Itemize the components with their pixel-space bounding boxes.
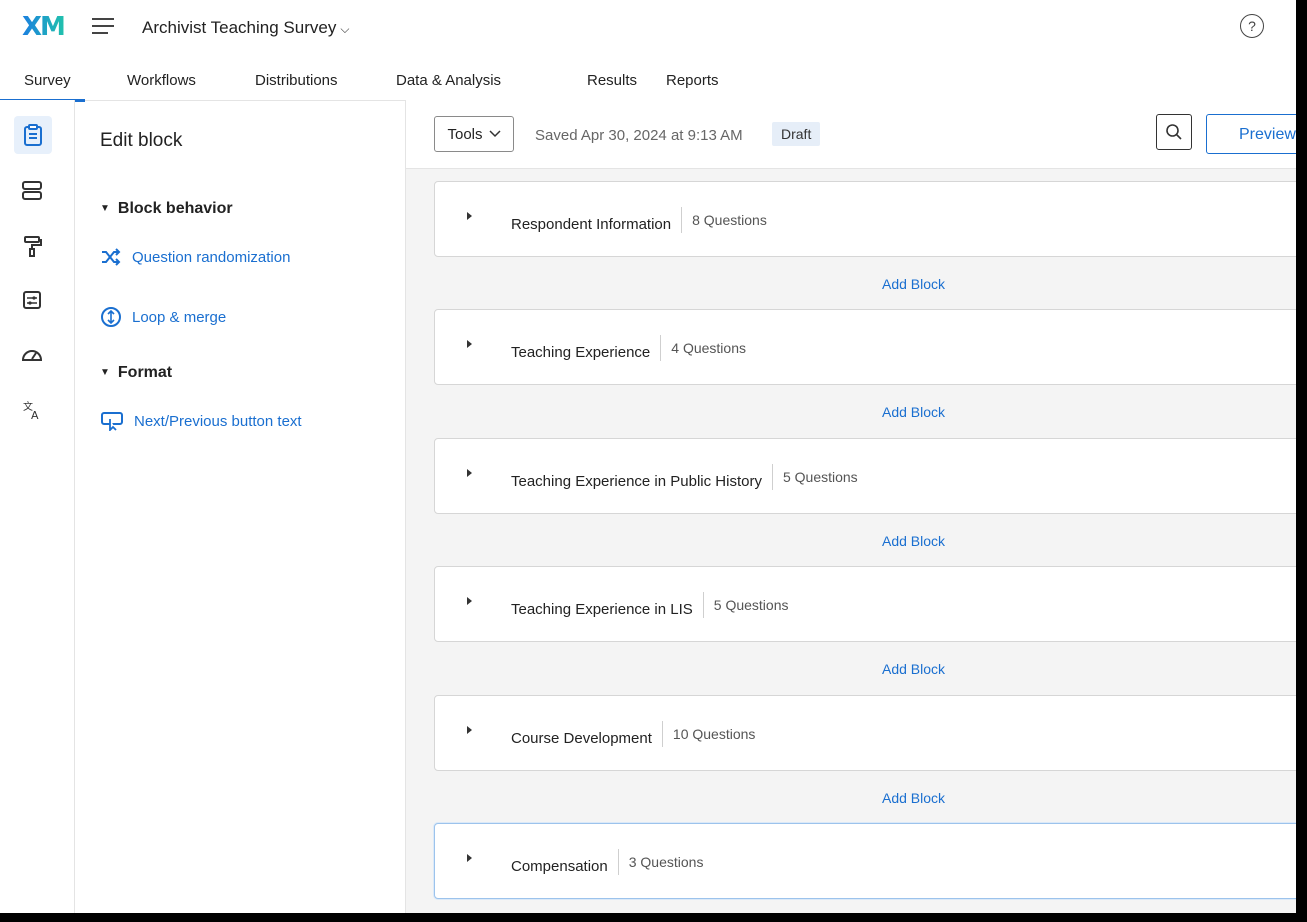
question-randomization-link[interactable]: Question randomization	[100, 248, 290, 266]
question-count: 5 Questions	[771, 464, 858, 490]
survey-icon[interactable]	[14, 116, 52, 154]
block-name: Respondent Information	[511, 216, 672, 233]
chevron-down-icon	[488, 130, 501, 138]
preview-button[interactable]: Preview	[1206, 114, 1296, 154]
dashboard-icon[interactable]	[18, 340, 46, 368]
saved-status: Saved Apr 30, 2024 at 9:13 AM	[535, 127, 743, 144]
loop-icon	[101, 307, 121, 327]
blocks-icon[interactable]	[18, 176, 46, 204]
survey-block[interactable]: Teaching Experience in LIS 5 Questions	[434, 566, 1296, 642]
tab-results[interactable]: Results	[587, 72, 637, 89]
draft-badge: Draft	[772, 122, 821, 146]
add-block-link[interactable]: Add Block	[882, 404, 945, 420]
app-frame: XM Archivist Teaching Survey ⌵ ? Survey W…	[0, 0, 1296, 913]
expand-caret-icon[interactable]	[467, 212, 472, 220]
survey-canvas: Tools Saved Apr 30, 2024 at 9:13 AM Draf…	[406, 100, 1296, 913]
question-count: 4 Questions	[660, 335, 746, 361]
project-selector[interactable]: Archivist Teaching Survey ⌵	[142, 18, 349, 38]
translate-icon[interactable]: 文A	[18, 396, 46, 424]
question-count: 5 Questions	[702, 592, 789, 618]
options-icon[interactable]	[18, 286, 46, 314]
question-count: 10 Questions	[661, 721, 755, 747]
block-name: Teaching Experience in Public History	[511, 473, 762, 490]
left-tool-rail: 文A	[0, 100, 75, 913]
survey-block-selected[interactable]: Compensation 3 Questions	[434, 823, 1296, 899]
expand-caret-icon[interactable]	[467, 726, 472, 734]
button-cursor-icon	[101, 412, 123, 431]
expand-caret-icon[interactable]	[467, 597, 472, 605]
help-icon[interactable]: ?	[1240, 14, 1264, 38]
tab-survey[interactable]: Survey	[0, 72, 85, 102]
expand-caret-icon[interactable]	[467, 340, 472, 348]
survey-block[interactable]: Course Development 10 Questions	[434, 695, 1296, 771]
survey-toolbar: Tools Saved Apr 30, 2024 at 9:13 AM Draf…	[406, 100, 1296, 169]
add-block-link[interactable]: Add Block	[882, 533, 945, 549]
tab-distributions[interactable]: Distributions	[255, 72, 338, 89]
section-format[interactable]: ▼ Format	[100, 364, 172, 382]
caret-down-icon: ▼	[100, 367, 110, 378]
survey-block[interactable]: Teaching Experience in Public History 5 Q…	[434, 438, 1296, 514]
block-name: Course Development	[511, 730, 652, 747]
section-block-behavior[interactable]: ▼ Block behavior	[100, 200, 233, 218]
survey-block[interactable]: Teaching Experience 4 Questions	[434, 309, 1296, 385]
search-icon	[1166, 124, 1182, 140]
tab-data-analysis[interactable]: Data & Analysis	[396, 72, 501, 89]
expand-caret-icon[interactable]	[467, 854, 472, 862]
chevron-down-icon: ⌵	[340, 22, 350, 36]
tab-workflows[interactable]: Workflows	[127, 72, 196, 89]
block-name: Compensation	[511, 858, 608, 875]
question-count: 8 Questions	[681, 207, 767, 233]
paint-roller-icon[interactable]	[18, 232, 46, 260]
next-previous-button-text-link[interactable]: Next/Previous button text	[100, 411, 302, 431]
expand-caret-icon[interactable]	[467, 469, 472, 477]
add-block-link[interactable]: Add Block	[882, 276, 945, 292]
block-name: Teaching Experience in LIS	[511, 601, 693, 618]
menu-icon[interactable]	[92, 18, 114, 36]
edit-block-panel: Edit block ▼ Block behavior Question rand…	[75, 100, 406, 913]
top-bar: XM Archivist Teaching Survey ⌵ ?	[0, 0, 1296, 54]
add-block-link[interactable]: Add Block	[882, 790, 945, 806]
search-button[interactable]	[1156, 114, 1192, 150]
panel-title: Edit block	[100, 130, 183, 151]
xm-logo[interactable]: XM	[22, 12, 66, 42]
block-name: Teaching Experience	[511, 344, 651, 361]
project-title: Archivist Teaching Survey	[142, 18, 337, 37]
caret-down-icon: ▼	[100, 203, 110, 214]
tools-dropdown-button[interactable]: Tools	[434, 116, 514, 152]
shuffle-icon	[102, 248, 121, 266]
main-tabs: Survey Workflows Distributions Data & An…	[0, 54, 1296, 102]
loop-merge-link[interactable]: Loop & merge	[100, 306, 226, 328]
svg-text:A: A	[31, 409, 39, 421]
question-count: 3 Questions	[617, 849, 703, 875]
survey-block[interactable]: Respondent Information 8 Questions	[434, 181, 1296, 257]
tab-reports[interactable]: Reports	[666, 72, 719, 89]
add-block-link[interactable]: Add Block	[882, 661, 945, 677]
